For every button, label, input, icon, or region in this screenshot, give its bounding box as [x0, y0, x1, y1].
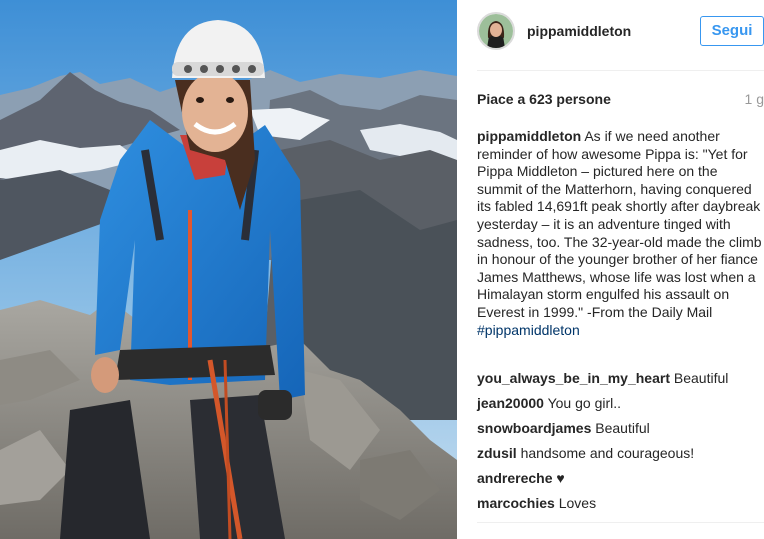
post-header: pippamiddleton Segui — [457, 0, 764, 70]
post-photo[interactable] — [0, 0, 457, 539]
comments-list: you_always_be_in_my_heart Beautiful jean… — [477, 369, 762, 519]
heart-icon: ♥ — [556, 470, 565, 486]
avatar-image — [479, 14, 513, 48]
comment-username[interactable]: you_always_be_in_my_heart — [477, 370, 670, 386]
comment-item: marcochies Loves — [477, 494, 762, 519]
comment-item: you_always_be_in_my_heart Beautiful — [477, 369, 762, 394]
comment-username[interactable]: marcochies — [477, 495, 555, 511]
comment-username[interactable]: snowboardjames — [477, 420, 591, 436]
likes-count[interactable]: Piace a 623 persone — [477, 91, 611, 107]
profile-username[interactable]: pippamiddleton — [527, 23, 631, 39]
comment-item: snowboardjames Beautiful — [477, 419, 762, 444]
divider — [477, 522, 764, 523]
follow-button[interactable]: Segui — [700, 16, 764, 46]
caption-text: As if we need another reminder of how aw… — [477, 128, 762, 320]
comment-text: handsome and courageous! — [520, 445, 695, 461]
post-caption: pippamiddleton As if we need another rem… — [477, 128, 762, 339]
comment-item: jean20000 You go girl.. — [477, 394, 762, 419]
comment-username[interactable]: zdusil — [477, 445, 517, 461]
comment-text: Beautiful — [673, 370, 729, 386]
comment-text: You go girl.. — [547, 395, 622, 411]
comment-item: andrereche ♥ — [477, 469, 762, 494]
post-time[interactable]: 1 g — [745, 91, 764, 107]
comment-text: Loves — [558, 495, 597, 511]
caption-hashtag[interactable]: #pippamiddleton — [477, 322, 580, 338]
divider — [477, 70, 764, 71]
comment-item: zdusil handsome and courageous! — [477, 444, 762, 469]
avatar[interactable] — [477, 12, 515, 50]
caption-username[interactable]: pippamiddleton — [477, 128, 581, 144]
likes-row: Piace a 623 persone 1 g — [477, 91, 764, 111]
comment-text: Beautiful — [595, 420, 650, 436]
comment-username[interactable]: andrereche — [477, 470, 552, 486]
post-side-panel: pippamiddleton Segui Piace a 623 persone… — [457, 0, 764, 539]
comment-username[interactable]: jean20000 — [477, 395, 544, 411]
post-image — [0, 0, 457, 539]
